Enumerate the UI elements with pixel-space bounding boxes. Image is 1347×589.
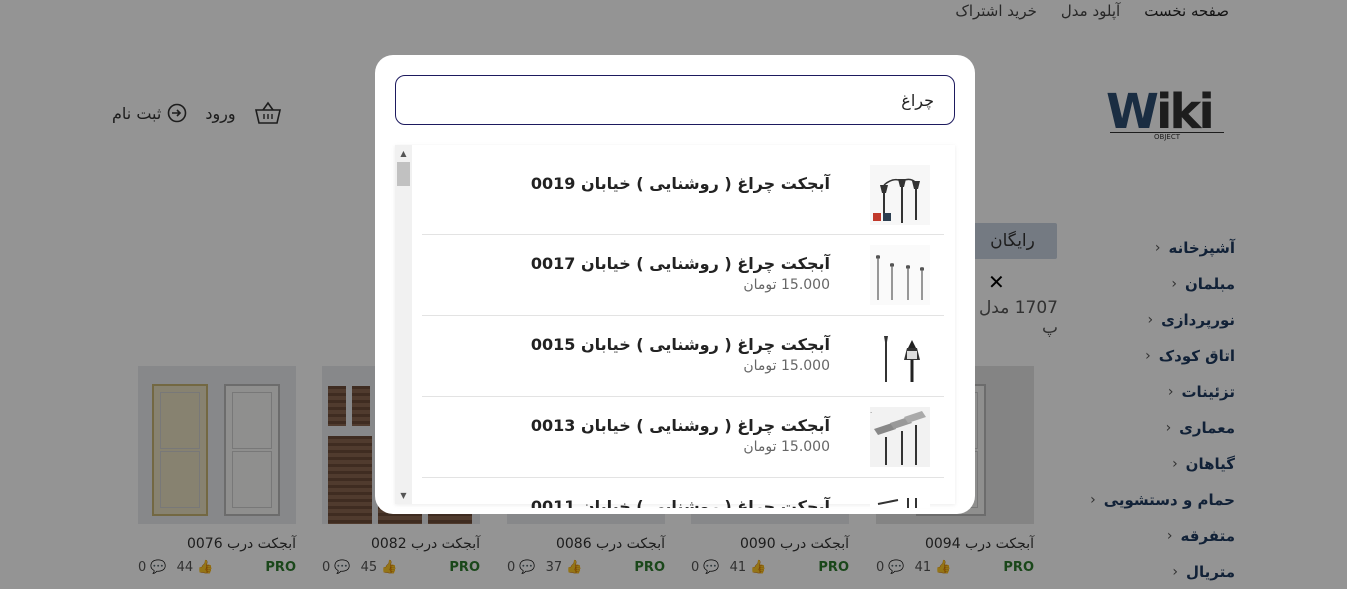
search-box: [395, 75, 955, 125]
result-price: 15.000 تومان: [743, 358, 830, 374]
search-results: ▲ ▼ آبجکت چراغ ( روشنایی ) خیابان 0019 آ…: [395, 145, 955, 508]
scrollbar-thumb[interactable]: [397, 162, 410, 186]
scroll-down-arrow-icon[interactable]: ▼: [395, 487, 412, 504]
result-title: آبجکت چراغ ( روشنایی ) خیابان 0019: [530, 174, 830, 193]
result-text: آبجکت چراغ ( روشنایی ) خیابان 0013 15.00…: [531, 415, 830, 455]
result-thumbnail: [870, 245, 930, 305]
svg-text:.hess: .hess: [870, 408, 872, 415]
result-price: 15.000 تومان: [743, 277, 830, 293]
result-text: آبجکت چراغ ( روشنایی ) خیابان 0015 15.00…: [531, 334, 830, 374]
result-title: آبجکت چراغ ( روشنایی ) خیابان 0011: [530, 497, 830, 508]
result-item[interactable]: آبجکت چراغ ( روشنایی ) خیابان 0015 15.00…: [422, 316, 944, 397]
result-text: آبجکت چراغ ( روشنایی ) خیابان 0017 15.00…: [531, 253, 830, 293]
results-scrollbar[interactable]: ▲ ▼: [395, 145, 412, 504]
result-item[interactable]: آبجکت چراغ ( روشنایی ) خیابان 0011: [422, 478, 944, 508]
result-item[interactable]: آبجکت چراغ ( روشنایی ) خیابان 0017 15.00…: [422, 235, 944, 316]
result-thumbnail: [870, 326, 930, 386]
result-item[interactable]: آبجکت چراغ ( روشنایی ) خیابان 0019: [422, 155, 944, 235]
result-text: آبجکت چراغ ( روشنایی ) خیابان 0019: [531, 173, 830, 197]
result-price: 15.000 تومان: [743, 439, 830, 455]
search-input[interactable]: [416, 90, 934, 110]
result-title: آبجکت چراغ ( روشنایی ) خیابان 0015: [530, 335, 830, 354]
result-thumbnail: [870, 488, 930, 508]
results-list: آبجکت چراغ ( روشنایی ) خیابان 0019 آبجکت…: [422, 155, 944, 508]
result-thumbnail: [870, 165, 930, 225]
scroll-up-arrow-icon[interactable]: ▲: [395, 145, 412, 162]
result-text: آبجکت چراغ ( روشنایی ) خیابان 0011: [531, 496, 830, 508]
result-item[interactable]: .hess آبجکت چراغ ( روشنایی ) خیابان 0013…: [422, 397, 944, 478]
result-title: آبجکت چراغ ( روشنایی ) خیابان 0017: [530, 254, 830, 273]
search-modal: ▲ ▼ آبجکت چراغ ( روشنایی ) خیابان 0019: [375, 55, 975, 514]
result-thumbnail: .hess: [870, 407, 930, 467]
result-title: آبجکت چراغ ( روشنایی ) خیابان 0013: [530, 416, 830, 435]
